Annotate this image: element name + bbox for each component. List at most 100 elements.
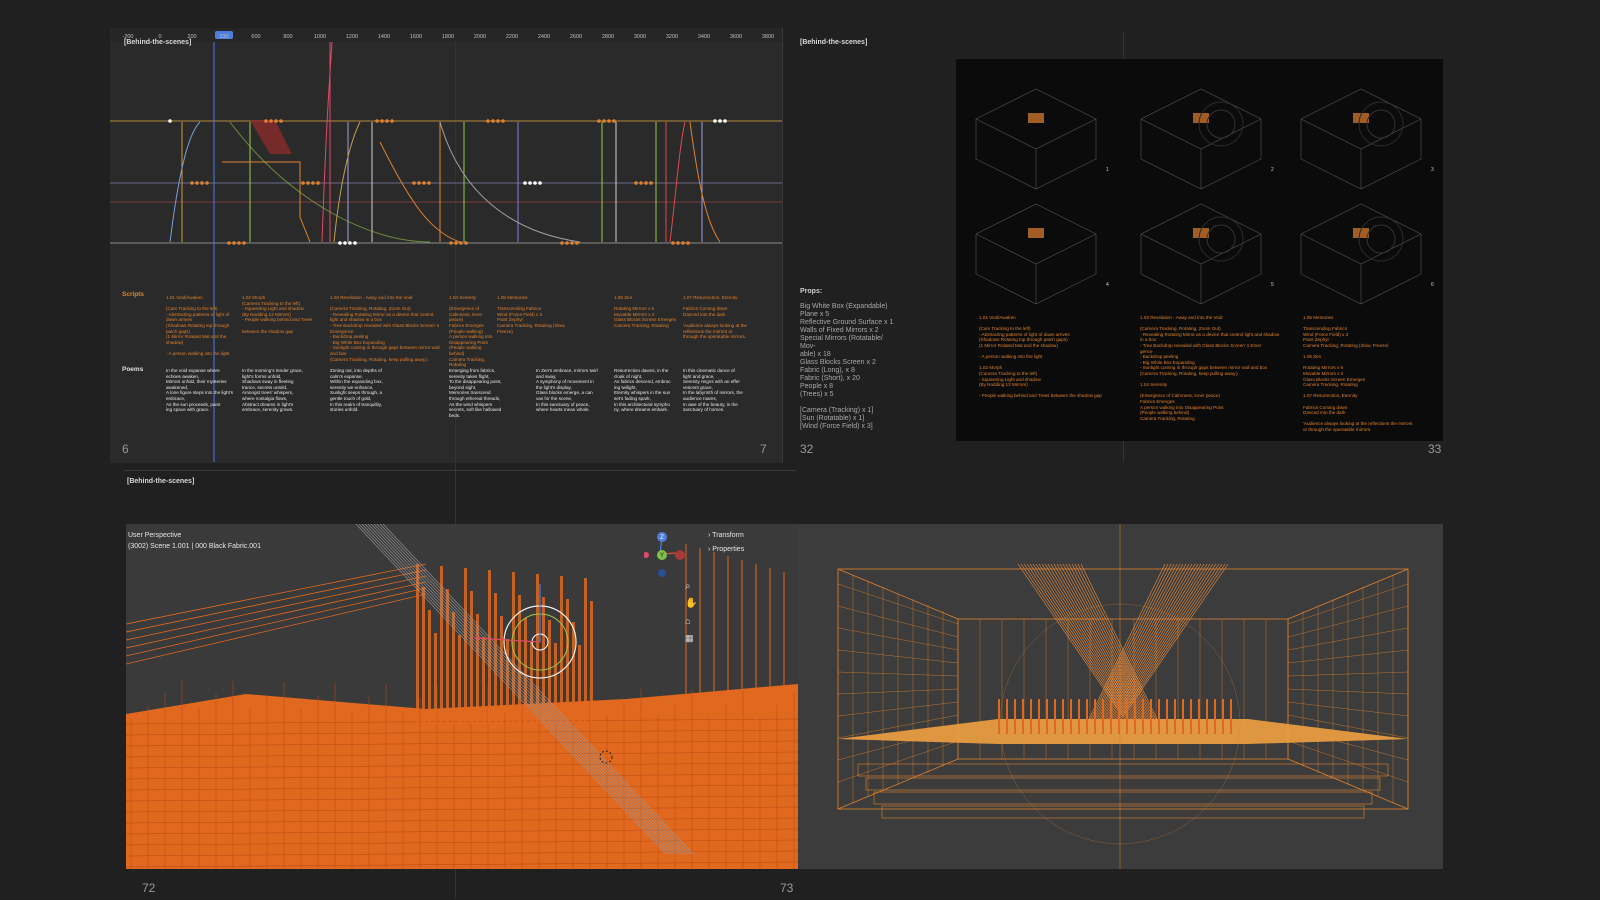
camera-icon[interactable]: ⌂ <box>685 616 690 626</box>
gizmo-z-label: Z <box>660 535 664 541</box>
keyframe-point[interactable] <box>412 181 416 185</box>
keyframe-point[interactable] <box>311 181 315 185</box>
keyframe-point[interactable] <box>301 181 305 185</box>
beam-line <box>126 587 427 657</box>
keyframe-point[interactable] <box>274 119 278 123</box>
keyframe-point[interactable] <box>464 241 468 245</box>
keyframe-point[interactable] <box>380 119 384 123</box>
ruler-tick-label: 330 <box>219 34 228 40</box>
column <box>1118 699 1120 734</box>
grid-view-icon[interactable]: ▦ <box>685 633 694 644</box>
keyframe-point[interactable] <box>422 181 426 185</box>
keyframe-point[interactable] <box>348 241 352 245</box>
keyframe-point[interactable] <box>597 119 601 123</box>
fcurve[interactable] <box>333 121 361 243</box>
keyframe-point[interactable] <box>671 241 675 245</box>
keyframe-point[interactable] <box>338 241 342 245</box>
keyframe-point[interactable] <box>718 119 722 123</box>
storyboard-note: 1.05 Memories Transcending Fabrics Wind … <box>1303 315 1413 432</box>
keyframe-point[interactable] <box>269 119 273 123</box>
keyframe-point[interactable] <box>533 181 537 185</box>
page-number: 72 <box>142 881 156 895</box>
keyframe-point[interactable] <box>168 119 172 123</box>
transform-panel-toggle[interactable]: › Transform <box>708 532 744 539</box>
keyframe-point[interactable] <box>575 241 579 245</box>
keyframe-point[interactable] <box>449 241 453 245</box>
keyframe-point[interactable] <box>264 119 268 123</box>
column <box>542 597 545 724</box>
column <box>506 639 509 724</box>
keyframe-point[interactable] <box>676 241 680 245</box>
hand-pan-icon[interactable]: ✋ <box>685 598 697 609</box>
keyframe-point[interactable] <box>353 241 357 245</box>
keyframe-point[interactable] <box>390 119 394 123</box>
keyframe-point[interactable] <box>501 119 505 123</box>
gizmo-negx-axis[interactable] <box>644 552 649 558</box>
keyframe-point[interactable] <box>190 181 194 185</box>
keyframe-point[interactable] <box>427 181 431 185</box>
keyframe-point[interactable] <box>713 119 717 123</box>
keyframe-point[interactable] <box>681 241 685 245</box>
properties-label: Properties <box>712 546 745 553</box>
keyframe-point[interactable] <box>723 119 727 123</box>
keyframe-point[interactable] <box>570 241 574 245</box>
keyframe-point[interactable] <box>306 181 310 185</box>
keyframe-point[interactable] <box>560 241 564 245</box>
keyframe-point[interactable] <box>242 241 246 245</box>
keyframe-point[interactable] <box>538 181 542 185</box>
storyboard-note: 1.01 Void/Awaken (Cam Tracking to the le… <box>979 315 1102 399</box>
ruler-tick-label: 1600 <box>410 34 422 40</box>
column <box>560 576 563 724</box>
keyframe-point[interactable] <box>205 181 209 185</box>
properties-panel-toggle[interactable]: › Properties <box>708 546 744 553</box>
keyframe-point[interactable] <box>649 181 653 185</box>
ruler-tick-label: 1400 <box>378 34 390 40</box>
keyframe-point[interactable] <box>491 119 495 123</box>
viewport-3d-front[interactable] <box>798 524 1443 869</box>
keyframe-point[interactable] <box>496 119 500 123</box>
chevron-right-icon: › <box>708 546 711 553</box>
fcurve[interactable] <box>439 121 581 243</box>
navigation-gizmo[interactable]: Z Y <box>644 527 694 581</box>
keyframe-point[interactable] <box>602 119 606 123</box>
keyframe-point[interactable] <box>644 181 648 185</box>
timeline-ruler[interactable]: -200 0 200 330 600 800 1000 1200 1400 1600 1800 200… <box>110 28 782 42</box>
beam-line <box>126 593 427 665</box>
keyframe-point[interactable] <box>375 119 379 123</box>
keyframe-point[interactable] <box>385 119 389 123</box>
keyframe-point[interactable] <box>612 119 616 123</box>
keyframe-point[interactable] <box>454 241 458 245</box>
keyframe-point[interactable] <box>523 181 527 185</box>
column <box>1102 699 1104 734</box>
keyframe-point[interactable] <box>237 241 241 245</box>
keyframe-point[interactable] <box>316 181 320 185</box>
script-cell: 1.02 Morph (Camera Tracking to the left)… <box>242 295 313 334</box>
fcurve[interactable] <box>379 141 461 243</box>
fcurve[interactable] <box>689 121 721 243</box>
viewport-3d[interactable]: User Perspective (3002) Scene 1.001 | 00… <box>126 524 798 869</box>
keyframe-point[interactable] <box>634 181 638 185</box>
fcurve[interactable] <box>669 121 686 243</box>
keyframe-point[interactable] <box>417 181 421 185</box>
keyframe-point[interactable] <box>279 119 283 123</box>
zoom-icon[interactable]: ⌕ <box>685 581 691 592</box>
poem-cell: Emerging from fabrics, serenity takes fl… <box>449 368 502 418</box>
keyframe-point[interactable] <box>528 181 532 185</box>
keyframe-point[interactable] <box>200 181 204 185</box>
keyframe-point[interactable] <box>639 181 643 185</box>
chevron-right-icon: › <box>708 532 711 539</box>
keyframe-point[interactable] <box>565 241 569 245</box>
keyframe-point[interactable] <box>686 241 690 245</box>
gizmo-negz-axis[interactable] <box>658 569 666 577</box>
keyframe-point[interactable] <box>459 241 463 245</box>
keyframe-point[interactable] <box>486 119 490 123</box>
fabric-strand <box>1023 563 1132 725</box>
section-tag: [Behind-the-scenes] <box>127 478 195 485</box>
fcurve[interactable] <box>169 121 201 243</box>
gizmo-x-axis[interactable] <box>675 550 685 560</box>
keyframe-point[interactable] <box>232 241 236 245</box>
keyframe-point[interactable] <box>227 241 231 245</box>
keyframe-point[interactable] <box>607 119 611 123</box>
keyframe-point[interactable] <box>343 241 347 245</box>
keyframe-point[interactable] <box>195 181 199 185</box>
